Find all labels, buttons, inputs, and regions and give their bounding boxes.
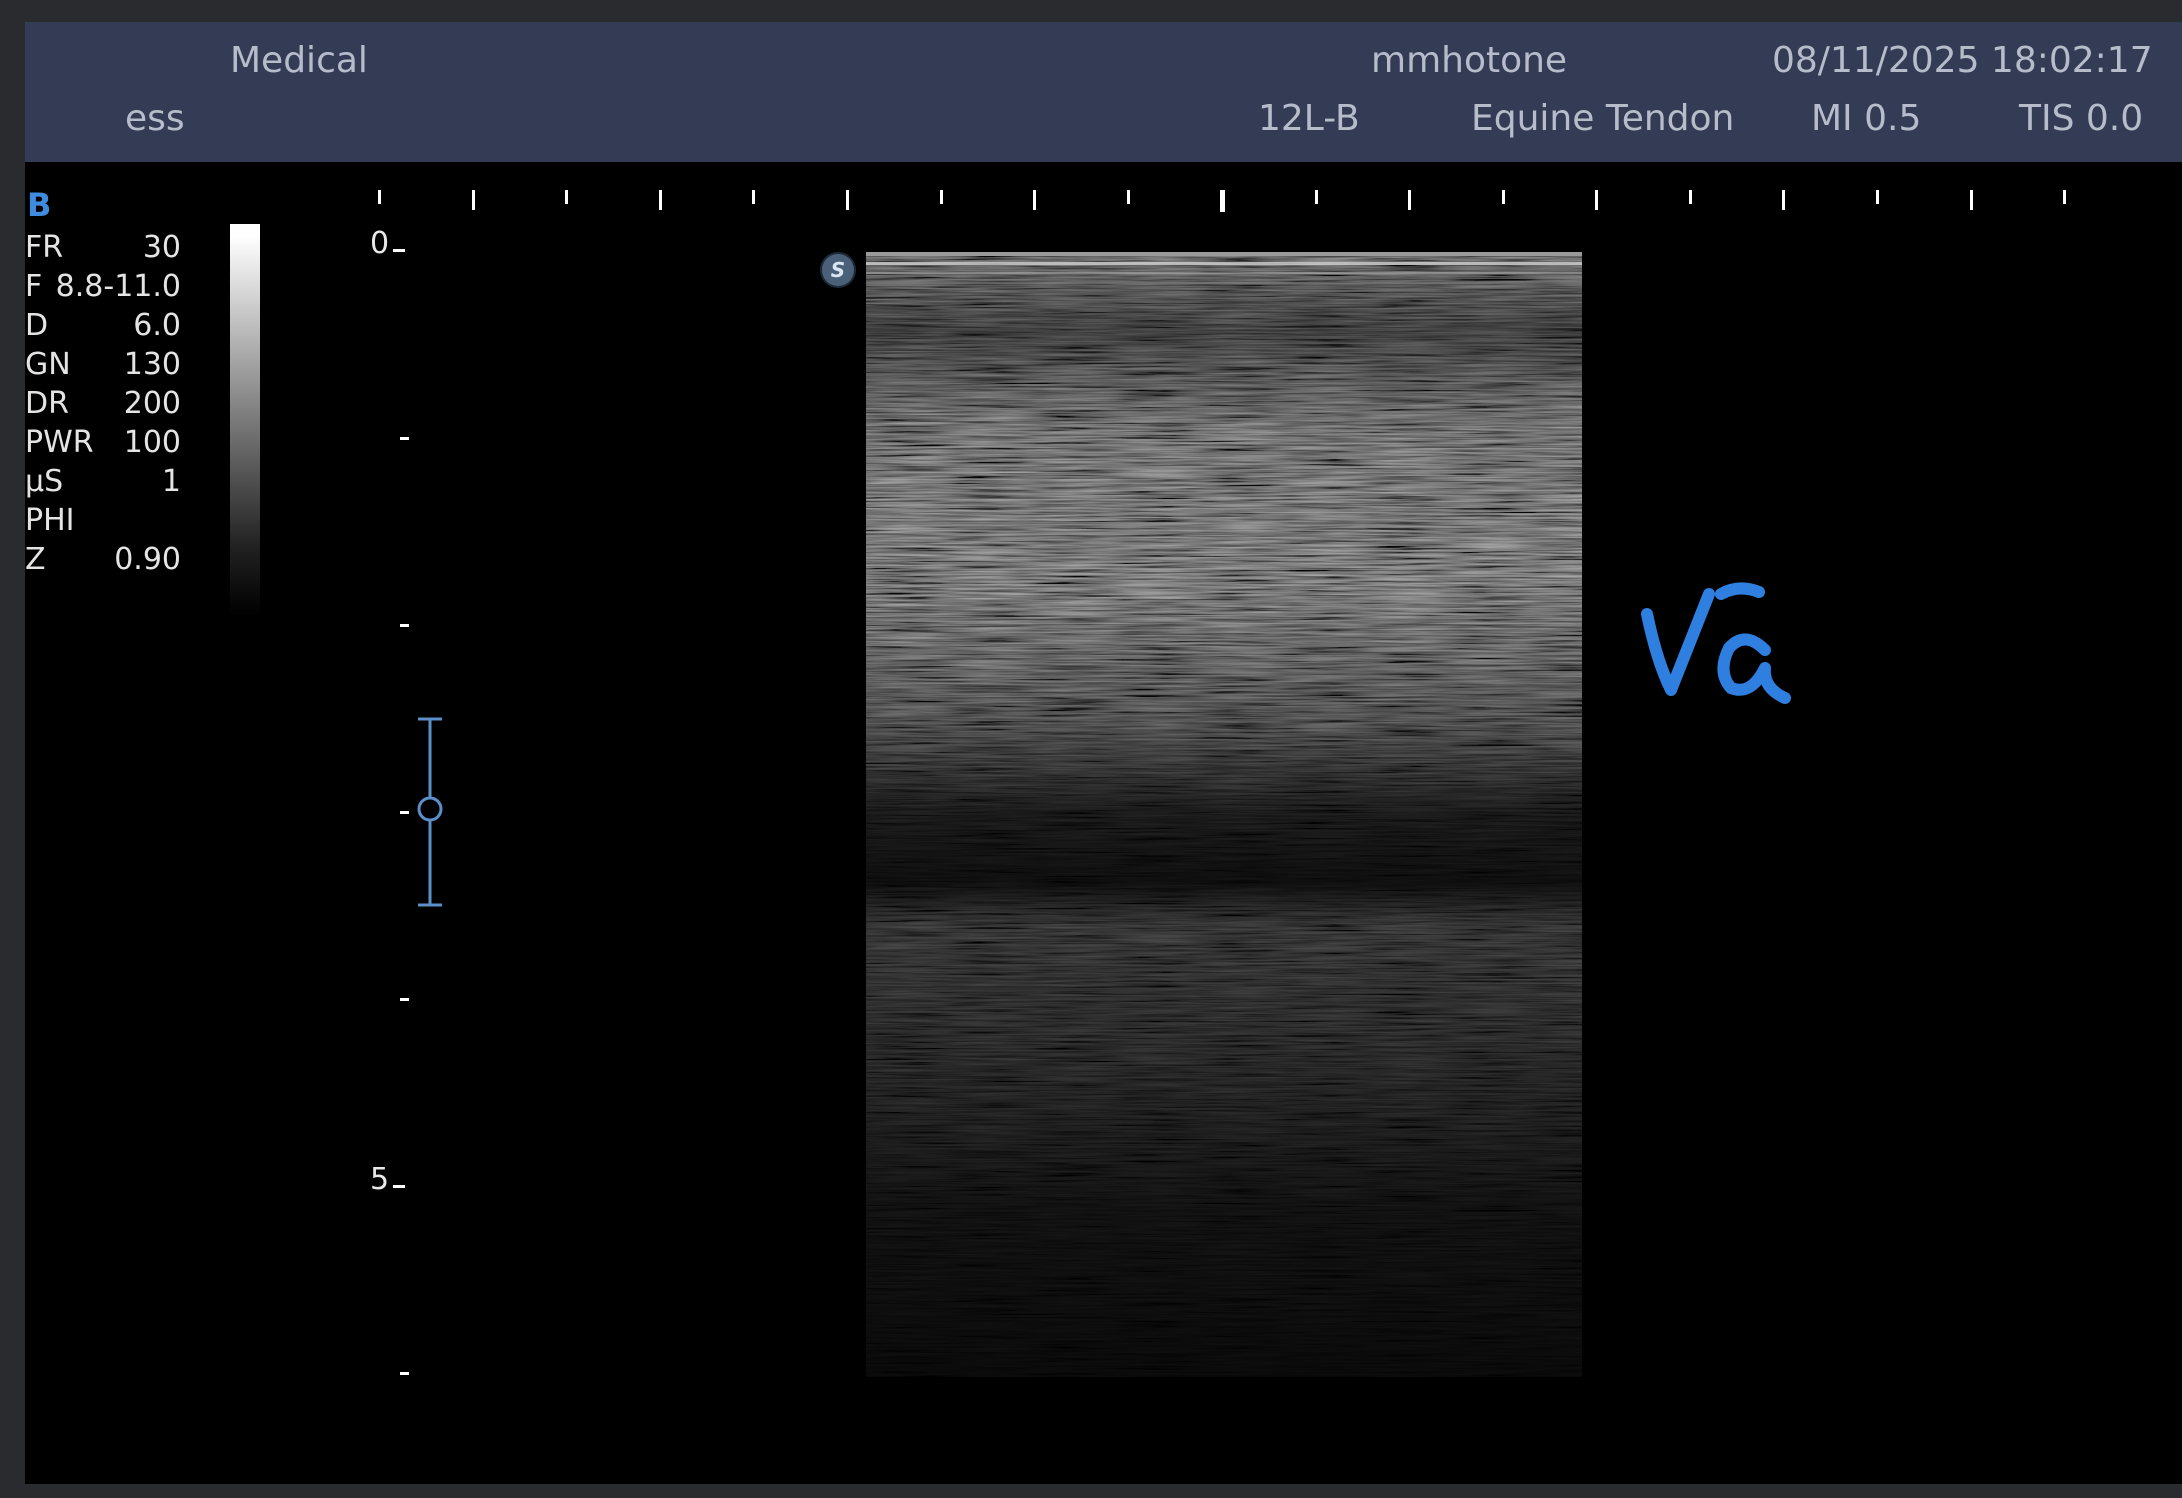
depth-tick — [393, 249, 405, 252]
ruler-tick — [940, 190, 943, 204]
depth-tick — [400, 811, 409, 814]
ultrasound-image — [866, 252, 1582, 1377]
operator-name: mmhotone — [1371, 40, 1568, 81]
param-row: Z 0.90 — [25, 542, 181, 578]
lateral-ruler — [25, 162, 2182, 212]
ruler-tick-center — [1220, 190, 1225, 212]
header-bar: Medical ess mmhotone 08/11/2025 18:02:17… — [25, 22, 2182, 162]
ruler-tick — [1502, 190, 1505, 204]
ruler-tick — [846, 190, 849, 210]
note-strokes — [1641, 582, 1791, 704]
exam-preset: Equine Tendon — [1471, 98, 1735, 139]
param-value: 0.90 — [114, 542, 181, 577]
handwritten-note — [1641, 582, 1791, 704]
param-row: µS 1 — [25, 464, 181, 500]
mi-index: MI 0.5 — [1811, 98, 1922, 139]
depth-label-0: 0 — [370, 226, 390, 261]
ruler-tick — [1315, 190, 1318, 204]
preset-short: ess — [125, 98, 185, 139]
param-key: PWR — [25, 425, 94, 460]
param-value: 1 — [161, 464, 181, 499]
ruler-tick — [1876, 190, 1879, 204]
ruler-tick — [1033, 190, 1036, 210]
param-row: D 6.0 — [25, 308, 181, 344]
param-value: 30 — [142, 230, 181, 265]
param-row: F 8.8-11.0 — [25, 269, 181, 305]
ruler-tick — [2063, 190, 2066, 204]
param-key: µS — [25, 464, 64, 499]
grayscale-bar — [230, 224, 260, 616]
param-value: 200 — [123, 386, 181, 421]
datetime: 08/11/2025 18:02:17 — [1772, 40, 2153, 81]
param-key: GN — [25, 347, 71, 382]
depth-tick — [400, 1372, 409, 1375]
ruler-tick — [659, 190, 662, 210]
param-row: PHI — [25, 503, 181, 539]
param-value: 130 — [123, 347, 181, 382]
param-value: 8.8-11.0 — [55, 269, 181, 304]
depth-tick — [393, 1185, 405, 1188]
depth-tick — [400, 624, 409, 627]
param-row: GN 130 — [25, 347, 181, 383]
orientation-marker: S — [822, 254, 854, 286]
ruler-tick — [1782, 190, 1785, 210]
param-row: PWR 100 — [25, 425, 181, 461]
param-value: 100 — [123, 425, 181, 460]
param-value: 6.0 — [133, 308, 181, 343]
param-key: Z — [25, 542, 46, 577]
ruler-tick — [1595, 190, 1598, 210]
param-row: DR 200 — [25, 386, 181, 422]
ruler-tick — [378, 190, 381, 204]
ruler-tick — [565, 190, 568, 204]
ruler-tick — [1970, 190, 1973, 210]
depth-tick — [400, 437, 409, 440]
ruler-tick — [1689, 190, 1692, 204]
tis-index: TIS 0.0 — [2019, 98, 2144, 139]
ruler-tick — [1127, 190, 1130, 204]
site-name: Medical — [230, 40, 368, 81]
depth-label-5: 5 — [370, 1162, 390, 1197]
depth-tick — [400, 998, 409, 1001]
focus-marker[interactable] — [410, 717, 450, 917]
param-key: PHI — [25, 503, 75, 538]
probe-label: 12L-B — [1258, 98, 1360, 139]
param-key: D — [25, 308, 49, 343]
ruler-tick — [472, 190, 475, 210]
param-key: DR — [25, 386, 69, 421]
param-key: FR — [25, 230, 64, 265]
param-key: F — [25, 269, 43, 304]
ultrasound-screen: Medical ess mmhotone 08/11/2025 18:02:17… — [25, 22, 2182, 1484]
imaging-mode: B — [27, 186, 52, 224]
ruler-tick — [752, 190, 755, 204]
ruler-tick — [1408, 190, 1411, 210]
param-row: FR 30 — [25, 230, 181, 266]
